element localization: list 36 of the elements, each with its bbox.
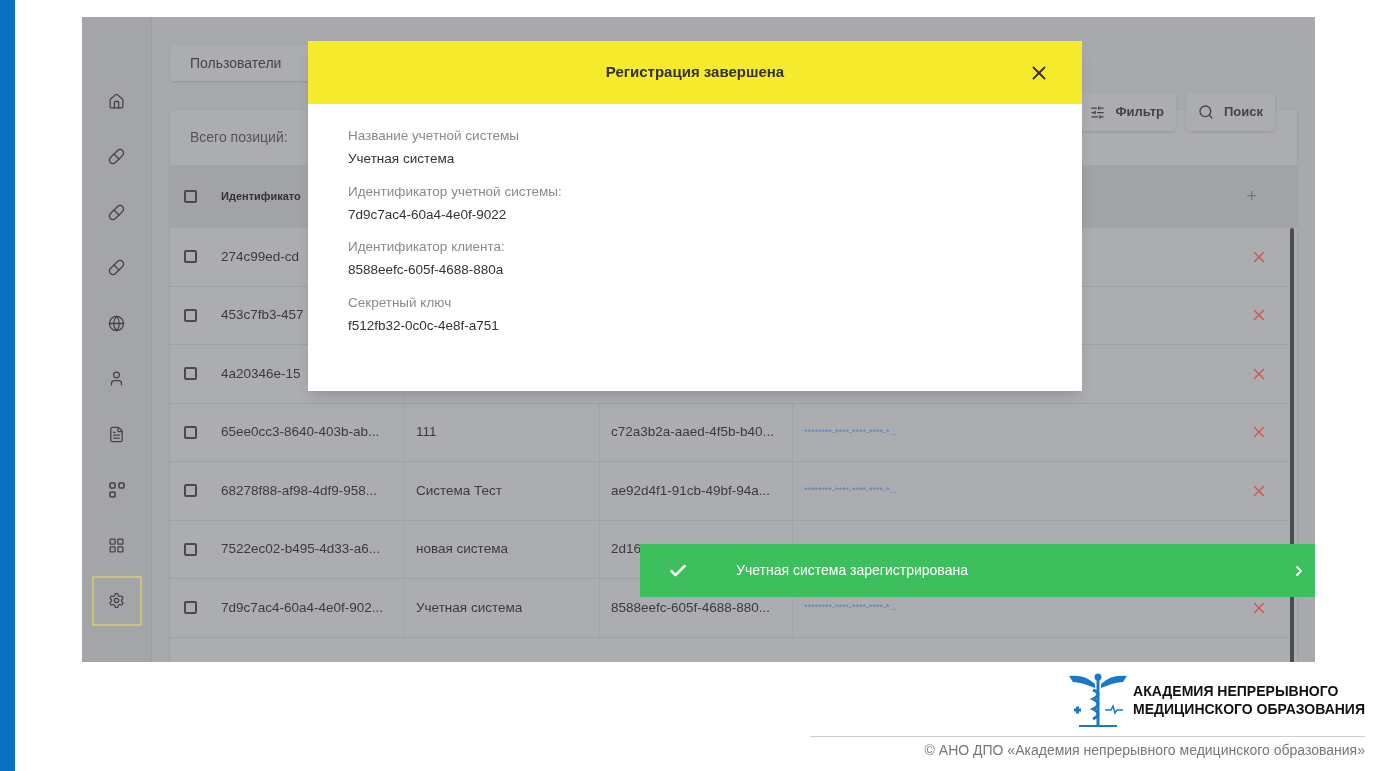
field-value: Учетная система — [348, 150, 456, 169]
table-cell-text: 4a20346e-15 — [221, 364, 301, 383]
table-cell-text: Система Тест — [416, 481, 503, 500]
masked-secret: ********-****-****-****-*... — [804, 425, 898, 439]
table-cell-text: 2d16 — [611, 540, 642, 559]
table-cell-text: 68278f88-af98-4df9-958... — [221, 481, 378, 500]
table-cell-text: ae92d4f1-91cb-49bf-94a... — [611, 481, 771, 500]
table-cell-text: 8588eefc-605f-4688-880... — [611, 598, 771, 617]
field-label: Название учетной системы — [348, 127, 520, 145]
field-value: 8588eefc-605f-4688-880a — [348, 261, 505, 280]
field-label: Секретный ключ — [348, 293, 453, 312]
total-count: Всего позиций: — [190, 128, 288, 147]
table-cell-text: c72a3b2a-aaed-4f5b-b40... — [611, 423, 774, 442]
masked-secret: ********-****-****-****-*... — [804, 601, 898, 614]
field-value: f512fb32-0c0c-4e8f-a751 — [348, 316, 500, 335]
dialog-title: Регистрация завершена — [605, 62, 785, 83]
field-label: Идентификатор клиента: — [348, 238, 506, 256]
table-cell-text: Учетная система — [416, 598, 523, 617]
logo-text: МЕДИЦИНСКОГО ОБРАЗОВАНИЯ — [1133, 700, 1365, 718]
table-cell-text: 7d9c7ac4-60a4-4e0f-902... — [221, 598, 384, 617]
table-cell-text: 111 — [416, 423, 437, 442]
table-cell-text: 7522ec02-b495-4d33-a6... — [221, 540, 381, 559]
table-cell-text: 65ee0cc3-8640-403b-ab... — [221, 423, 380, 442]
toast-message: Учетная система зарегистрирована — [736, 561, 968, 580]
table-row[interactable]: 65ee0cc3-8640-403b-ab... 111 c72a3b2a-aaed-4f5b-b40... ********-****-****-****-*... — [170, 403, 1290, 462]
logo-text: АКАДЕМИЯ НЕПРЕРЫВНОГО — [1133, 682, 1340, 700]
table-row[interactable]: 68278f88-af98-4df9-958... Система Тест ae92d4f1-91cb-49bf-94a... ********-****-****-****-*... — [170, 462, 1290, 521]
copyright-text: © АНО ДПО «Академия непрерывного медицинского образования» — [924, 741, 1365, 760]
table-cell-text: 274c99ed-cd — [221, 247, 300, 266]
search-button[interactable]: Поиск — [1186, 93, 1275, 131]
column-header: Идентификато — [220, 189, 301, 205]
table-cell-text: 453c7fb3-457 — [221, 306, 304, 325]
field-label: Идентификатор учетной системы: — [348, 182, 563, 201]
masked-secret: ********-****-****-****-*... — [804, 484, 898, 497]
table-cell-text: новая система — [416, 540, 508, 559]
field-value: 7d9c7ac4-60a4-4e0f-9022 — [348, 205, 508, 224]
